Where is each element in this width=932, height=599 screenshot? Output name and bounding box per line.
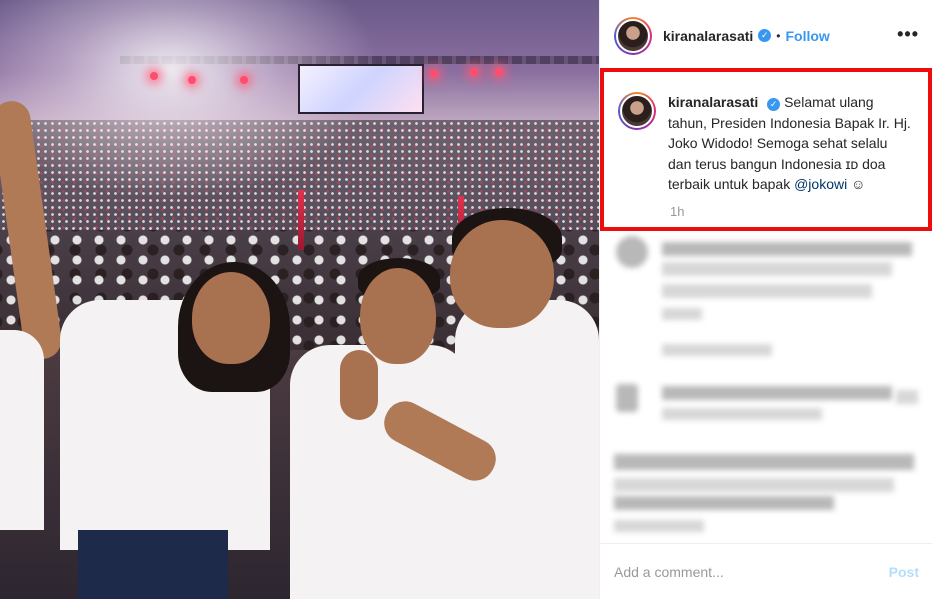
verified-badge-icon: ✓ (767, 97, 781, 111)
caption-highlight: kiranalarasati ✓ Selamat ulang tahun, Pr… (600, 68, 932, 231)
post-comment-button[interactable]: Post (889, 564, 919, 580)
profile-avatar[interactable] (614, 16, 652, 55)
comment-input[interactable] (614, 563, 889, 580)
smiley-emoji: ☺ (847, 176, 866, 192)
follow-button[interactable]: Follow (786, 28, 830, 44)
stage-light (240, 76, 248, 84)
caption-avatar[interactable] (618, 92, 656, 130)
avatar-image (616, 18, 650, 53)
post-photo[interactable] (0, 0, 599, 599)
stage-light (430, 70, 438, 78)
blurred-comments (600, 232, 932, 542)
post-timestamp[interactable]: 1h (670, 204, 684, 219)
comment-bar: Post (600, 543, 932, 599)
stage-light (470, 68, 478, 76)
more-options-icon[interactable]: ••• (897, 24, 919, 45)
flag (298, 190, 304, 250)
stage-screen (298, 64, 424, 114)
separator-dot: • (776, 28, 781, 43)
person-left-edge (0, 330, 44, 530)
avatar-image (620, 94, 654, 128)
caption-username[interactable]: kiranalarasati (668, 94, 758, 110)
stage-light (188, 76, 196, 84)
mention-link[interactable]: @jokowi (794, 176, 847, 192)
stage-light (495, 68, 503, 76)
stage-light (150, 72, 158, 80)
caption-text: kiranalarasati ✓ Selamat ulang tahun, Pr… (668, 92, 914, 227)
verified-badge-icon: ✓ (758, 29, 772, 42)
post-side-panel: kiranalarasati ✓ • Follow ••• kiranalara… (599, 0, 932, 599)
post-header: kiranalarasati ✓ • Follow ••• (600, 0, 932, 72)
header-username[interactable]: kiranalarasati (663, 28, 753, 44)
